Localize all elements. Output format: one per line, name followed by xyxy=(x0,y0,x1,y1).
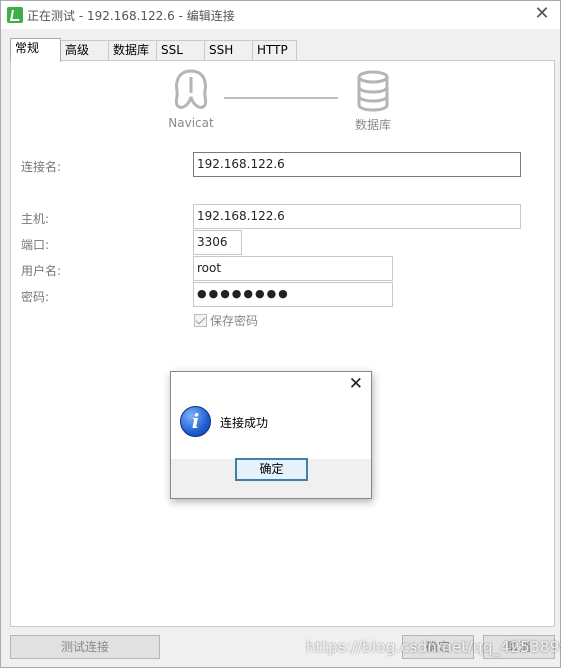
dialog-message: 连接成功 xyxy=(220,416,269,430)
password-input[interactable]: ●●●●●●●● xyxy=(193,282,393,307)
window-title: 正在测试 - 192.168.122.6 - 编辑连接 xyxy=(27,9,235,23)
navicat-logo: Navicat xyxy=(161,67,221,130)
dialog-title-bar: ✕ xyxy=(171,372,371,398)
tab-ssh[interactable]: SSH xyxy=(204,40,253,61)
general-panel: Navicat 数据库 连接名: 192.168.122.6 主机: 192.1… xyxy=(10,60,555,627)
tab-advanced[interactable]: 高级 xyxy=(60,40,109,61)
navicat-icon xyxy=(7,7,23,23)
username-label: 用户名: xyxy=(21,264,62,278)
tab-ssl[interactable]: SSL xyxy=(156,40,205,61)
database-logo-label: 数据库 xyxy=(354,118,391,132)
port-label: 端口: xyxy=(21,238,50,252)
username-input[interactable]: root xyxy=(193,256,393,281)
password-label: 密码: xyxy=(21,290,50,304)
tab-databases[interactable]: 数据库 xyxy=(108,40,157,61)
info-icon: i xyxy=(180,406,211,437)
connection-success-dialog: ✕ i 连接成功 确定 xyxy=(170,371,372,499)
navicat-logo-icon xyxy=(174,69,208,109)
save-password-checkbox[interactable] xyxy=(194,314,207,327)
test-connection-button[interactable]: 测试连接 xyxy=(10,635,160,659)
save-password-label: 保存密码 xyxy=(210,314,259,328)
database-icon xyxy=(357,70,389,112)
connection-name-input[interactable]: 192.168.122.6 xyxy=(193,152,521,177)
host-input[interactable]: 192.168.122.6 xyxy=(193,204,521,229)
edit-connection-window: 正在测试 - 192.168.122.6 - 编辑连接 ✕ 常规 高级 数据库 … xyxy=(0,0,561,668)
navicat-logo-label: Navicat xyxy=(168,116,214,130)
watermark: https://blog.csdn.net/qq_42538990 xyxy=(306,638,561,656)
connection-name-label: 连接名: xyxy=(21,160,62,174)
database-logo: 数据库 xyxy=(343,69,403,133)
close-icon[interactable]: ✕ xyxy=(349,374,363,394)
close-icon[interactable]: ✕ xyxy=(530,3,554,25)
tab-general[interactable]: 常规 xyxy=(10,38,61,62)
title-bar: 正在测试 - 192.168.122.6 - 编辑连接 ✕ xyxy=(1,1,560,29)
host-label: 主机: xyxy=(21,212,50,226)
dialog-ok-button[interactable]: 确定 xyxy=(235,458,308,481)
connection-line xyxy=(224,97,338,99)
tab-http[interactable]: HTTP xyxy=(252,40,297,61)
dialog-body: i 连接成功 xyxy=(171,398,371,459)
port-input[interactable]: 3306 xyxy=(193,230,242,255)
